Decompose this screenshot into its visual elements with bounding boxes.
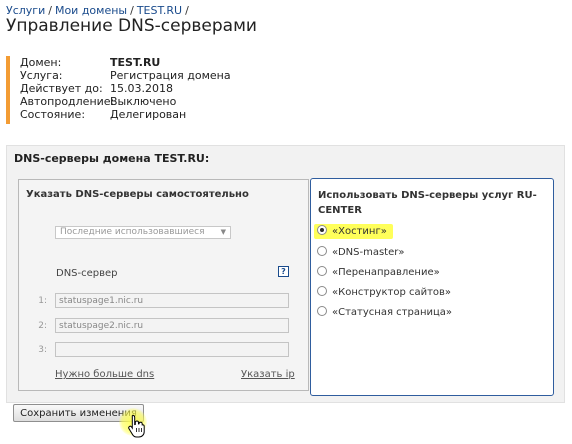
domain-info: Домен: TEST.RU Услуга: Регистрация домена … [6,56,286,124]
dns-server-2-input[interactable] [55,318,289,333]
info-label: Состояние: [20,108,86,121]
recent-dns-select[interactable]: Последние использовавшиеся ▼ [55,226,231,239]
radio-icon[interactable] [317,286,327,296]
specify-ip-link[interactable]: Указать ip [241,369,295,380]
info-value-status: Делегирован [110,108,187,121]
panel-title: DNS-серверы домена TEST.RU: [14,152,210,165]
radio-label: «Хостинг» [332,226,387,237]
help-icon[interactable]: ? [278,266,289,277]
dns-server-number: 3: [38,345,47,355]
info-row-domain: Домен: TEST.RU [20,56,286,69]
page-title: Управление DNS-серверами [6,16,257,36]
highlight: «Хостинг» [314,224,393,239]
radio-icon[interactable] [317,246,327,256]
manual-dns-box[interactable]: Указать DNS-серверы самостоятельно После… [18,179,309,391]
radio-checked-icon[interactable] [317,225,327,235]
info-value-domain: TEST.RU [110,56,161,69]
radio-label: «Статусная страница» [332,307,453,318]
radio-option-redirect[interactable]: «Перенаправление» [317,266,440,280]
info-label: Домен: [20,56,62,69]
info-label: Действует до: [20,82,103,95]
chevron-down-icon: ▼ [220,228,226,236]
radio-label: «DNS-master» [332,247,405,258]
dns-server-label: DNS-сервер [56,268,118,279]
dns-server-number: 2: [38,321,47,331]
radio-icon[interactable] [317,306,327,316]
service-dns-box[interactable]: Использовать DNS-серверы услуг RU-CENTER… [310,178,554,396]
info-value-valid-until: 15.03.2018 [110,82,173,95]
info-row-service: Услуга: Регистрация домена [20,69,286,82]
hand-pointer-icon [128,414,145,438]
dns-server-1-input[interactable] [55,293,289,308]
service-dns-title: Использовать DNS-серверы услуг RU-CENTER [318,190,537,216]
info-value-autorenew: Выключено [110,95,177,108]
radio-option-status-page[interactable]: «Статусная страница» [317,306,452,320]
dns-server-3-input[interactable] [55,342,289,357]
radio-option-dns-master[interactable]: «DNS-master» [317,246,404,260]
manual-dns-title: Указать DNS-серверы самостоятельно [26,189,249,200]
info-label: Услуга: [20,69,63,82]
info-row-autorenew: Автопродление:Выключено [20,95,286,108]
radio-label: «Перенаправление» [332,267,440,278]
radio-option-hosting[interactable]: «Хостинг» [314,224,393,239]
info-row-status: Состояние: Делегирован [20,108,286,121]
recent-dns-select-value: Последние использовавшиеся [60,227,205,237]
info-label: Автопродление: [20,95,115,108]
radio-label: «Конструктор сайтов» [332,287,452,298]
dns-servers-panel: DNS-серверы домена TEST.RU: Указать DNS-… [6,145,565,403]
radio-icon[interactable] [317,266,327,276]
more-dns-link[interactable]: Нужно больше dns [55,369,154,380]
radio-option-site-builder[interactable]: «Конструктор сайтов» [317,286,451,300]
info-value-service: Регистрация домена [110,69,231,82]
info-row-valid-until: Действует до: 15.03.2018 [20,82,286,95]
dns-server-number: 1: [38,296,47,306]
